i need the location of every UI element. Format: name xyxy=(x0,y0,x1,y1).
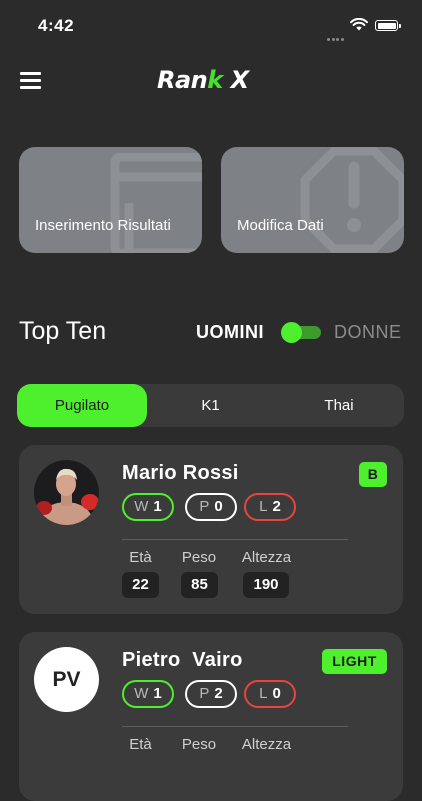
height-label: Altezza xyxy=(241,736,292,753)
status-bar: 4:42 xyxy=(0,0,422,50)
insert-results-label: Inserimento Risultati xyxy=(35,217,171,234)
weight-value: 85 xyxy=(181,572,218,598)
gender-women-label[interactable]: DONNE xyxy=(334,322,402,343)
athlete-card[interactable]: Mario Rossi B W1 P0 L2 Età Peso Altezza … xyxy=(19,445,403,614)
avatar xyxy=(34,460,99,525)
gender-men-label[interactable]: UOMINI xyxy=(196,322,264,343)
divider xyxy=(122,726,348,727)
height-label: Altezza xyxy=(241,549,292,566)
document-icon xyxy=(110,153,202,253)
tab-k1[interactable]: K1 xyxy=(147,384,274,427)
discipline-tabs: Pugilato K1 Thai xyxy=(17,384,404,427)
section-title: Top Ten xyxy=(19,317,107,345)
age-value: 22 xyxy=(122,572,159,598)
age-label: Età xyxy=(129,549,152,566)
height-value: 190 xyxy=(243,572,289,598)
category-badge: LIGHT xyxy=(322,649,387,674)
tab-pugilato[interactable]: Pugilato xyxy=(17,384,147,427)
status-time: 4:42 xyxy=(38,16,75,35)
wins-pill: W1 xyxy=(122,680,174,708)
athlete-name: Pietro Vairo xyxy=(122,649,243,671)
draws-pill: P2 xyxy=(185,680,237,708)
battery-icon xyxy=(375,20,401,31)
weight-label: Peso xyxy=(181,549,217,566)
losses-pill: L2 xyxy=(244,493,296,521)
app-logo: Rank X xyxy=(157,66,249,94)
insert-results-button[interactable]: Inserimento Risultati xyxy=(19,147,202,253)
edit-data-button[interactable]: Modifica Dati xyxy=(221,147,404,253)
edit-data-label: Modifica Dati xyxy=(237,217,324,234)
athlete-name: Mario Rossi xyxy=(122,462,239,484)
losses-pill: L0 xyxy=(244,680,296,708)
wifi-icon xyxy=(350,18,368,31)
hamburger-menu-icon[interactable] xyxy=(20,72,41,90)
signal-dots-icon xyxy=(327,28,347,41)
category-badge: B xyxy=(359,462,387,487)
tab-thai[interactable]: Thai xyxy=(274,384,404,427)
wins-pill: W1 xyxy=(122,493,174,521)
draws-pill: P0 xyxy=(185,493,237,521)
warning-octagon-icon xyxy=(300,147,404,253)
toggle-knob xyxy=(281,322,302,343)
gender-toggle-switch[interactable] xyxy=(281,322,321,343)
avatar-initials: PV xyxy=(34,647,99,712)
divider xyxy=(122,539,348,540)
age-label: Età xyxy=(129,736,152,753)
athlete-card[interactable]: PV Pietro Vairo LIGHT W1 P2 L0 Età Peso … xyxy=(19,632,403,801)
weight-label: Peso xyxy=(181,736,217,753)
